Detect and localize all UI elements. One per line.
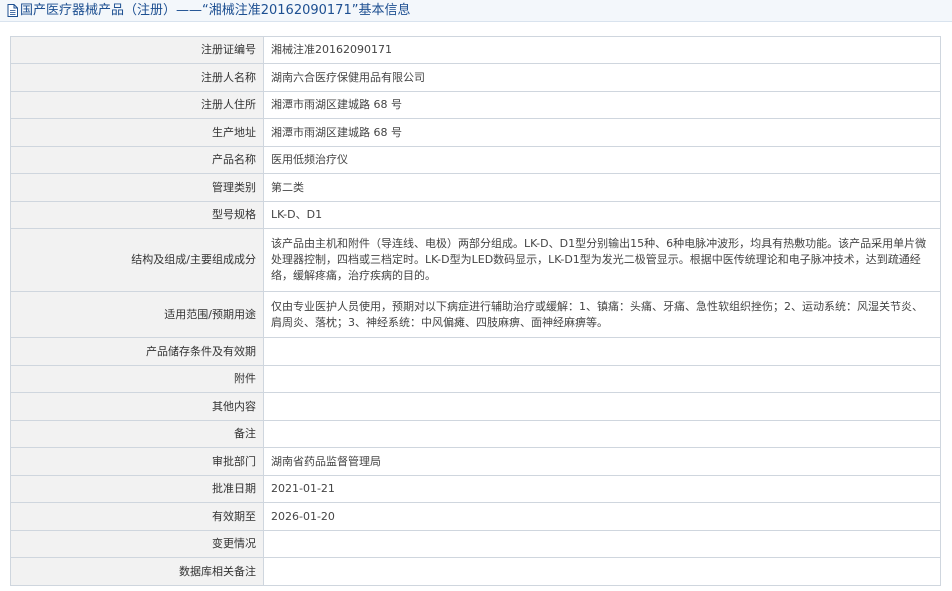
row-registrant-name: 注册人名称 湖南六合医疗保健用品有限公司 bbox=[10, 63, 941, 92]
row-attachments: 附件 bbox=[10, 365, 941, 393]
field-label: 数据库相关备注 bbox=[10, 557, 264, 586]
field-label: 批准日期 bbox=[10, 475, 264, 503]
field-label: 生产地址 bbox=[10, 118, 264, 147]
field-value: 该产品由主机和附件（导连线、电极）两部分组成。LK-D、D1型分别输出15种、6… bbox=[263, 228, 941, 292]
row-other-content: 其他内容 bbox=[10, 392, 941, 421]
field-value: 第二类 bbox=[263, 173, 941, 202]
field-label: 注册人住所 bbox=[10, 91, 264, 119]
field-value bbox=[263, 557, 941, 586]
field-value: 湘潭市雨湖区建城路 68 号 bbox=[263, 118, 941, 147]
row-remarks: 备注 bbox=[10, 420, 941, 448]
row-approval-department: 审批部门 湖南省药品监督管理局 bbox=[10, 447, 941, 476]
field-label: 结构及组成/主要组成成分 bbox=[10, 228, 264, 292]
page-header: 国产医疗器械产品（注册）——“湘械注准20162090171”基本信息 bbox=[0, 0, 952, 22]
field-value: 仅由专业医护人员使用，预期对以下病症进行辅助治疗或缓解：1、镇痛：头痛、牙痛、急… bbox=[263, 291, 941, 338]
row-model-spec: 型号规格 LK-D、D1 bbox=[10, 201, 941, 229]
row-product-name: 产品名称 医用低频治疗仪 bbox=[10, 146, 941, 174]
field-value: 2026-01-20 bbox=[263, 502, 941, 531]
row-valid-until: 有效期至 2026-01-20 bbox=[10, 502, 941, 531]
row-intended-use: 适用范围/预期用途 仅由专业医护人员使用，预期对以下病症进行辅助治疗或缓解：1、… bbox=[10, 291, 941, 338]
field-label: 型号规格 bbox=[10, 201, 264, 229]
row-approval-date: 批准日期 2021-01-21 bbox=[10, 475, 941, 503]
field-value bbox=[263, 365, 941, 393]
row-management-class: 管理类别 第二类 bbox=[10, 173, 941, 202]
document-icon bbox=[7, 4, 18, 17]
row-database-remarks: 数据库相关备注 bbox=[10, 557, 941, 586]
field-value: 湖南六合医疗保健用品有限公司 bbox=[263, 63, 941, 92]
field-label: 产品储存条件及有效期 bbox=[10, 337, 264, 366]
row-registration-number: 注册证编号 湘械注准20162090171 bbox=[10, 36, 941, 64]
row-production-address: 生产地址 湘潭市雨湖区建城路 68 号 bbox=[10, 118, 941, 147]
field-value: 湘械注准20162090171 bbox=[263, 36, 941, 64]
field-value bbox=[263, 420, 941, 448]
field-value: 2021-01-21 bbox=[263, 475, 941, 503]
field-value bbox=[263, 392, 941, 421]
row-registrant-address: 注册人住所 湘潭市雨湖区建城路 68 号 bbox=[10, 91, 941, 119]
field-label: 审批部门 bbox=[10, 447, 264, 476]
field-value bbox=[263, 337, 941, 366]
field-value: 湘潭市雨湖区建城路 68 号 bbox=[263, 91, 941, 119]
field-label: 适用范围/预期用途 bbox=[10, 291, 264, 338]
field-label: 注册人名称 bbox=[10, 63, 264, 92]
field-value: LK-D、D1 bbox=[263, 201, 941, 229]
field-label: 管理类别 bbox=[10, 173, 264, 202]
field-label: 注册证编号 bbox=[10, 36, 264, 64]
field-value bbox=[263, 530, 941, 558]
field-label: 其他内容 bbox=[10, 392, 264, 421]
row-structure-composition: 结构及组成/主要组成成分 该产品由主机和附件（导连线、电极）两部分组成。LK-D… bbox=[10, 228, 941, 292]
row-storage-validity: 产品储存条件及有效期 bbox=[10, 337, 941, 366]
field-label: 附件 bbox=[10, 365, 264, 393]
field-value: 医用低频治疗仪 bbox=[263, 146, 941, 174]
field-label: 变更情况 bbox=[10, 530, 264, 558]
field-value: 湖南省药品监督管理局 bbox=[263, 447, 941, 476]
field-label: 有效期至 bbox=[10, 502, 264, 531]
field-label: 备注 bbox=[10, 420, 264, 448]
row-change-history: 变更情况 bbox=[10, 530, 941, 558]
info-table: 注册证编号 湘械注准20162090171 注册人名称 湖南六合医疗保健用品有限… bbox=[10, 36, 941, 586]
page-title: 国产医疗器械产品（注册）——“湘械注准20162090171”基本信息 bbox=[20, 3, 411, 18]
field-label: 产品名称 bbox=[10, 146, 264, 174]
